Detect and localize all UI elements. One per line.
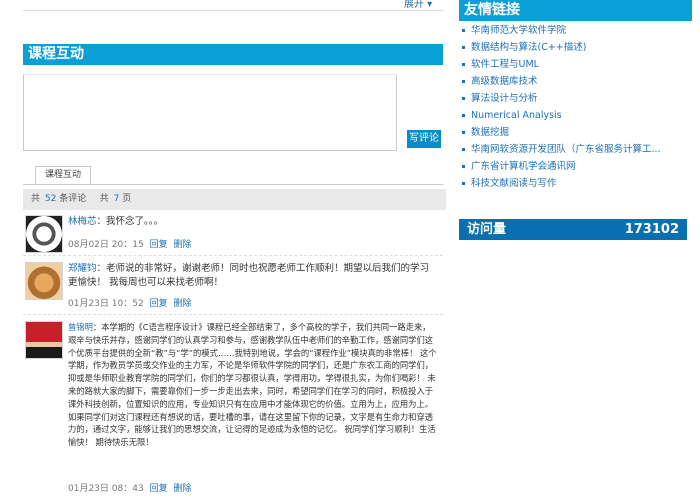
- delete-link[interactable]: 删除: [173, 484, 191, 494]
- friend-link-item: 科技文献阅读与写作: [459, 175, 661, 192]
- course-interaction-header: 课程互动: [23, 44, 443, 65]
- comment-time: 20：15: [111, 240, 144, 250]
- comment-author[interactable]: 林梅芯: [68, 216, 97, 227]
- stats-pages-label: 页: [122, 194, 132, 204]
- friend-link[interactable]: 华南网软资源开发团队（广东省服务计算工...: [471, 144, 661, 155]
- comment-meta: 08月02日 20：15 回复 删除: [68, 237, 191, 250]
- tab-course-interaction[interactable]: 课程互动: [35, 166, 91, 184]
- reply-link[interactable]: 回复: [150, 240, 168, 250]
- comment-item: 曾锦明：本学期的《C语言程序设计》课程已经全部结束了，多个高校的学子，我们共同一…: [23, 321, 443, 496]
- comment-author[interactable]: 曾锦明: [68, 322, 93, 332]
- friend-link-item: 高级数据库技术: [459, 73, 661, 90]
- comment-time: 08：43: [111, 484, 144, 494]
- avatar[interactable]: [25, 215, 63, 253]
- reply-link[interactable]: 回复: [150, 484, 168, 494]
- comment-text: 老师说的非常好，谢谢老师！同时也祝愿老师工作顺利！期望以后我们的学习更愉快！ 我…: [68, 263, 430, 288]
- friend-link-item: Numerical Analysis: [459, 107, 661, 124]
- friend-link-item: 算法设计与分析: [459, 90, 661, 107]
- delete-link[interactable]: 删除: [173, 240, 191, 250]
- comment-item: 林梅芯：我怀念了。。。 08月02日 20：15 回复 删除: [23, 215, 443, 259]
- friend-links-header: 友情链接: [459, 0, 692, 21]
- friend-link-item: 华南网软资源开发团队（广东省服务计算工...: [459, 141, 661, 158]
- friend-link-item: 数据挖掘: [459, 124, 661, 141]
- friend-link[interactable]: Numerical Analysis: [471, 110, 562, 121]
- comment-author[interactable]: 郑耀钧: [68, 263, 97, 274]
- divider: [23, 314, 443, 315]
- comment-date: 01月23日: [68, 299, 109, 309]
- friend-link[interactable]: 数据挖掘: [471, 127, 509, 138]
- friend-link-item: 数据结构与算法(C++描述): [459, 39, 661, 56]
- tab-underline: [23, 184, 443, 185]
- comment-item: 郑耀钧：老师说的非常好，谢谢老师！同时也祝愿老师工作顺利！期望以后我们的学习更愉…: [23, 262, 443, 312]
- comment-meta: 01月23日 08：43 回复 删除: [68, 481, 191, 494]
- comment-text: 本学期的《C语言程序设计》课程已经全部结束了，多个高校的学子，我们共同一路走来，…: [68, 322, 437, 448]
- friend-link[interactable]: 数据结构与算法(C++描述): [471, 42, 586, 53]
- avatar[interactable]: [25, 321, 63, 359]
- expand-link[interactable]: 展开 ▾: [404, 0, 432, 10]
- comment-textarea[interactable]: [23, 74, 397, 151]
- divider: [23, 10, 443, 11]
- visit-label: 访问量: [467, 222, 507, 237]
- comment-date: 08月02日: [68, 240, 109, 250]
- comment-content: 曾锦明：本学期的《C语言程序设计》课程已经全部结束了，多个高校的学子，我们共同一…: [68, 321, 438, 449]
- friend-link-item: 广东省计算机学会通讯网: [459, 158, 661, 175]
- comment-stats: 共 52 条评论 共 7 页: [23, 189, 446, 210]
- visit-count: 173102: [624, 222, 679, 237]
- stats-prefix: 共: [31, 194, 41, 204]
- stats-count-label: 条评论: [59, 194, 87, 204]
- stats-sep: 共: [99, 194, 109, 204]
- reply-link[interactable]: 回复: [150, 299, 168, 309]
- colon: ：: [96, 263, 107, 274]
- comment-time: 10：52: [111, 299, 144, 309]
- friend-link[interactable]: 软件工程与UML: [471, 59, 539, 70]
- stats-pages[interactable]: 7: [114, 194, 120, 204]
- friend-link[interactable]: 算法设计与分析: [471, 93, 538, 104]
- write-comment-button[interactable]: 写评论: [407, 130, 441, 148]
- comment-content: 郑耀钧：老师说的非常好，谢谢老师！同时也祝愿老师工作顺利！期望以后我们的学习更愉…: [68, 262, 438, 290]
- comment-date: 01月23日: [68, 484, 109, 494]
- friend-link[interactable]: 科技文献阅读与写作: [471, 178, 557, 189]
- stats-count[interactable]: 52: [45, 194, 56, 204]
- divider: [23, 255, 443, 256]
- friend-link[interactable]: 华南师范大学软件学院: [471, 25, 566, 36]
- friend-link-item: 软件工程与UML: [459, 56, 661, 73]
- visit-counter: 访问量 173102: [459, 219, 687, 240]
- friend-link[interactable]: 广东省计算机学会通讯网: [471, 161, 576, 172]
- colon: ：: [92, 322, 102, 332]
- friend-link[interactable]: 高级数据库技术: [471, 76, 538, 87]
- delete-link[interactable]: 删除: [173, 299, 191, 309]
- comment-text: 我怀念了。。。: [106, 216, 164, 227]
- comment-content: 林梅芯：我怀念了。。。: [68, 215, 438, 229]
- friend-links-list: 华南师范大学软件学院 数据结构与算法(C++描述) 软件工程与UML 高级数据库…: [459, 22, 661, 192]
- friend-link-item: 华南师范大学软件学院: [459, 22, 661, 39]
- avatar[interactable]: [25, 262, 63, 300]
- colon: ：: [96, 216, 107, 227]
- comment-meta: 01月23日 10：52 回复 删除: [68, 296, 191, 309]
